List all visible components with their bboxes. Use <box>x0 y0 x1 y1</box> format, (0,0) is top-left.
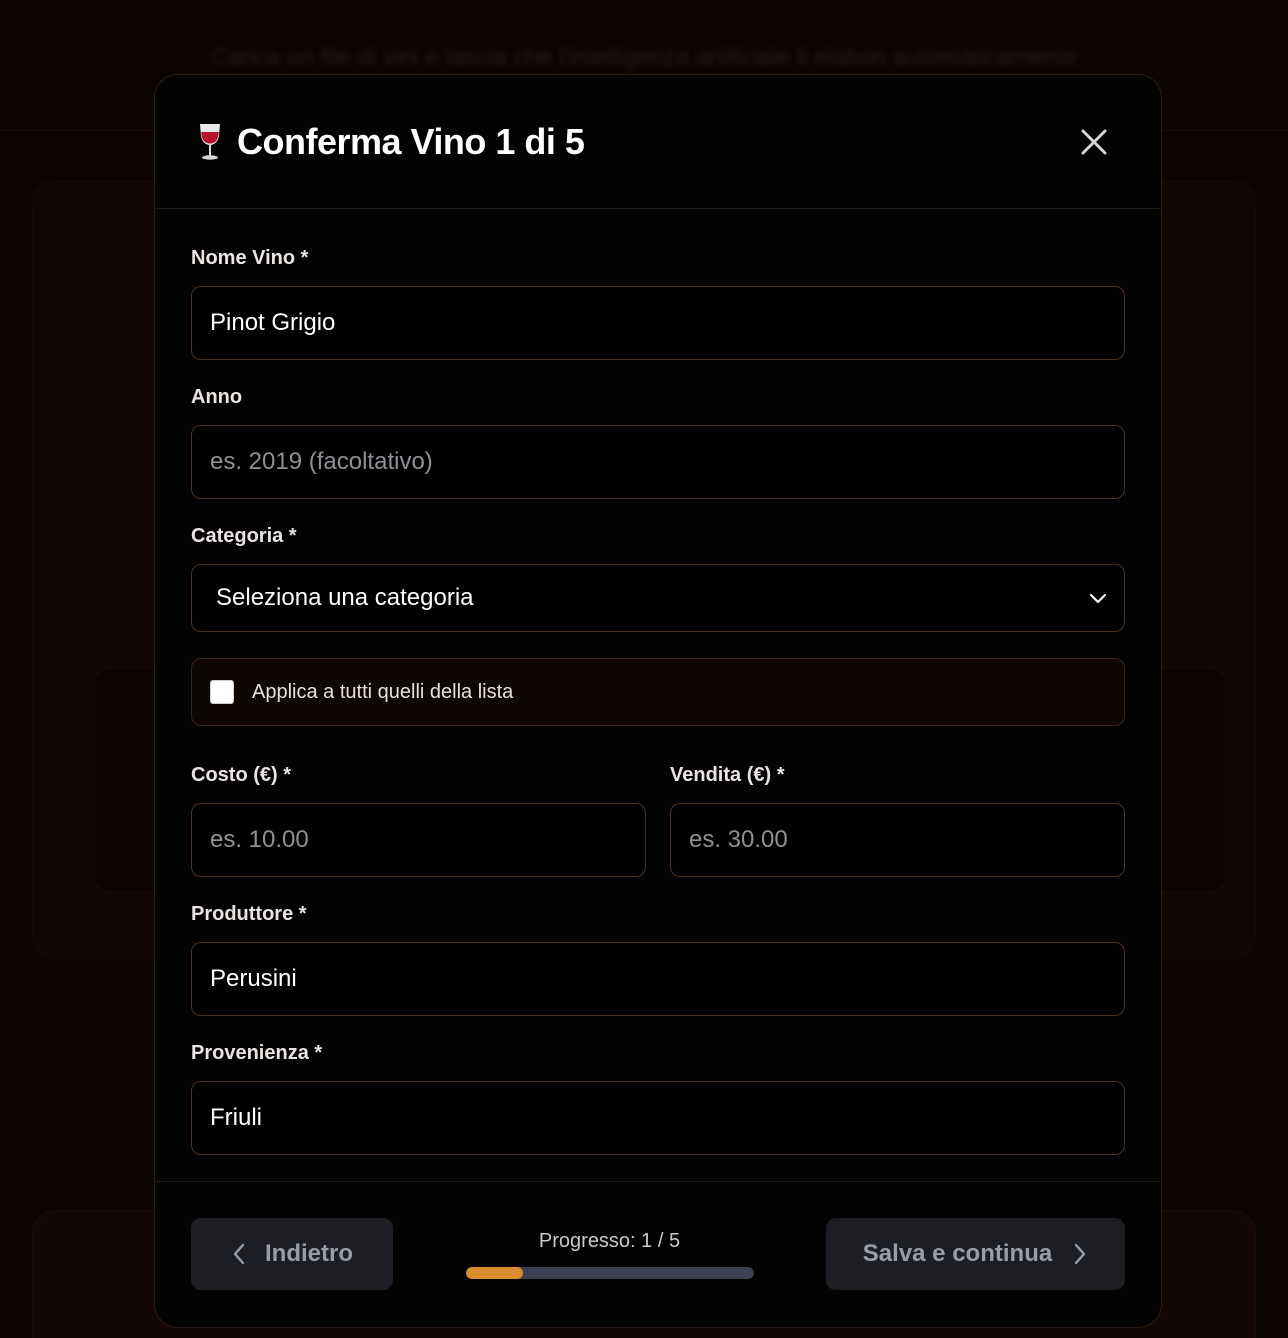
field-vendita: Vendita (€) * <box>670 764 1125 877</box>
costo-label: Costo (€) * <box>191 764 291 786</box>
modal-body: Nome Vino * Anno Categoria * Seleziona u… <box>155 209 1161 1155</box>
field-nome-vino: Nome Vino * <box>191 247 1125 360</box>
apply-to-all-label: Applica a tutti quelli della lista <box>252 680 514 703</box>
provenienza-label: Provenienza * <box>191 1042 323 1064</box>
categoria-label: Categoria * <box>191 525 297 547</box>
costo-input[interactable] <box>191 803 646 877</box>
provenienza-input[interactable] <box>191 1081 1125 1155</box>
field-anno: Anno <box>191 386 1125 499</box>
vendita-input[interactable] <box>670 803 1125 877</box>
field-costo: Costo (€) * <box>191 764 646 877</box>
categoria-select[interactable]: Seleziona una categoria <box>191 564 1125 632</box>
produttore-label: Produttore * <box>191 903 307 925</box>
modal-header: Conferma Vino 1 di 5 <box>155 75 1161 209</box>
modal-title: Conferma Vino 1 di 5 <box>195 120 585 163</box>
close-icon[interactable] <box>1077 125 1111 159</box>
wine-glass-icon <box>200 123 220 160</box>
anno-label: Anno <box>191 386 243 408</box>
vendita-label: Vendita (€) * <box>670 764 785 786</box>
categoria-selected-value: Seleziona una categoria <box>216 584 474 611</box>
apply-to-all-option[interactable]: Applica a tutti quelli della lista <box>191 658 1125 726</box>
field-categoria: Categoria * Seleziona una categoria <box>191 525 1125 632</box>
back-button[interactable]: Indietro <box>191 1218 393 1290</box>
chevron-left-icon <box>233 1243 245 1265</box>
progress-text: Progresso: 1 / 5 <box>538 1230 681 1252</box>
progress-indicator: Progresso: 1 / 5 <box>465 1218 754 1279</box>
apply-to-all-checkbox[interactable] <box>210 680 234 704</box>
confirm-wine-modal: Conferma Vino 1 di 5 Nome Vino * Anno Ca… <box>154 74 1162 1328</box>
progress-bar-track <box>465 1267 754 1279</box>
progress-bar-fill <box>465 1267 524 1279</box>
anno-input[interactable] <box>191 425 1125 499</box>
nome-vino-label: Nome Vino * <box>191 247 309 269</box>
nome-vino-input[interactable] <box>191 286 1125 360</box>
price-row: Costo (€) * Vendita (€) * <box>191 764 1125 903</box>
produttore-input[interactable] <box>191 942 1125 1016</box>
chevron-down-icon <box>1089 593 1107 604</box>
save-continue-label: Salva e continua <box>862 1240 1053 1267</box>
back-button-label: Indietro <box>265 1240 353 1267</box>
modal-footer: Indietro Progresso: 1 / 5 Salva e contin… <box>155 1181 1161 1327</box>
modal-title-text: Conferma Vino 1 di 5 <box>237 120 585 162</box>
field-provenienza: Provenienza * <box>191 1042 1125 1155</box>
save-continue-button[interactable]: Salva e continua <box>826 1218 1125 1290</box>
chevron-right-icon <box>1075 1243 1086 1265</box>
field-produttore: Produttore * <box>191 903 1125 1016</box>
